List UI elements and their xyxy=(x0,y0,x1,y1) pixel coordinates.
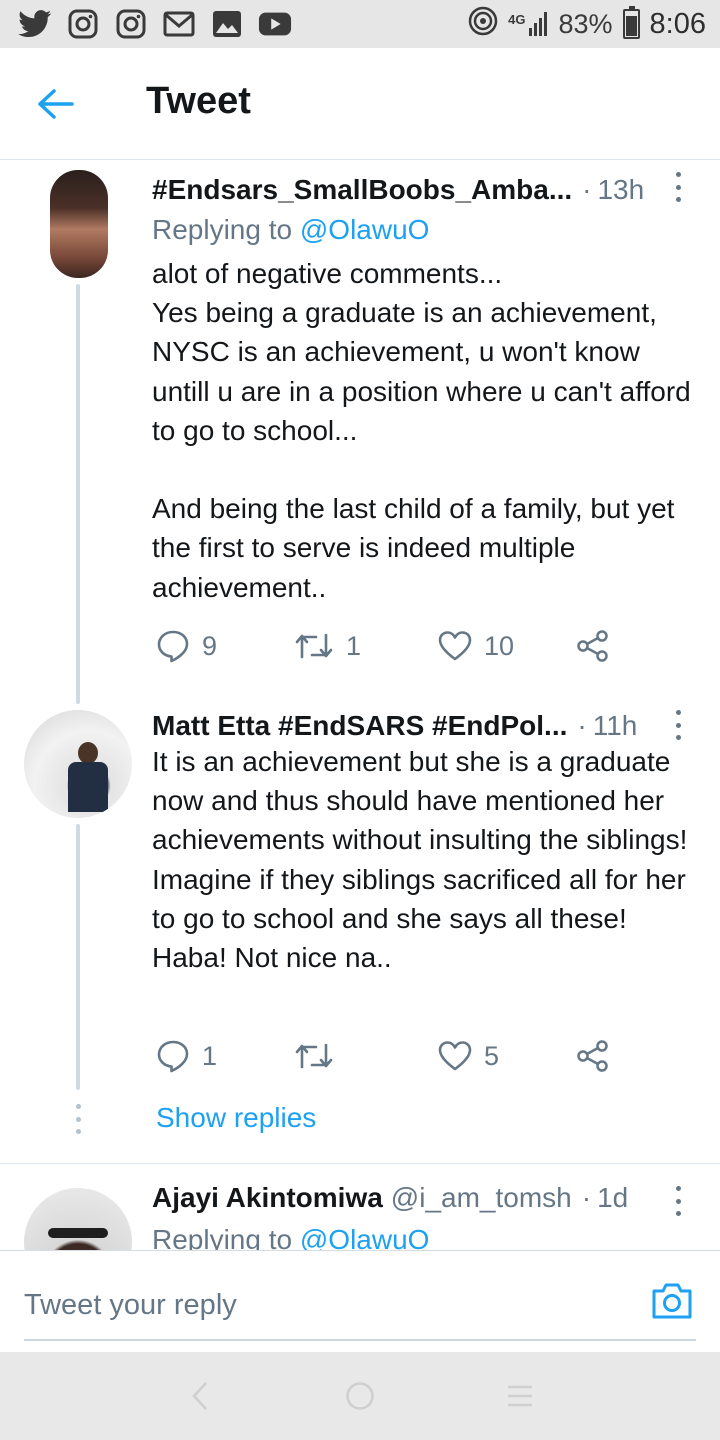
network-type: 4G xyxy=(508,12,526,27)
heart-icon xyxy=(438,1041,472,1071)
reply-composer xyxy=(0,1250,720,1352)
battery-icon xyxy=(622,6,640,39)
like-count: 5 xyxy=(484,1040,500,1071)
reply-icon xyxy=(157,1040,189,1073)
author-handle[interactable]: @i_am_tomsh xyxy=(391,1182,572,1214)
nav-back-icon[interactable] xyxy=(180,1378,220,1414)
reply-input[interactable] xyxy=(24,1285,624,1325)
signal-icon: 4G xyxy=(508,12,548,36)
timestamp: 13h xyxy=(597,174,645,205)
retweet-icon xyxy=(295,633,333,659)
author-name[interactable]: #Endsars_SmallBoobs_Amba... xyxy=(152,174,572,206)
arrow-left-icon xyxy=(38,89,74,119)
replying-to: Replying to @OlawuO xyxy=(152,214,429,246)
replying-to-label: Replying to xyxy=(152,1224,293,1250)
like-count: 10 xyxy=(484,630,515,661)
instagram-icon xyxy=(114,9,148,39)
mention-link[interactable]: @OlawuO xyxy=(300,1224,430,1250)
timestamp: 1d xyxy=(597,1182,629,1213)
show-replies-link[interactable]: Show replies xyxy=(156,1102,316,1134)
replying-to: Replying to @OlawuO xyxy=(152,1224,429,1250)
tweet-reply[interactable]: Ajayi Akintomiwa @i_am_tomsh · 1d Replyi… xyxy=(0,1164,720,1250)
tweet-text: It is an achievement but she is a gradua… xyxy=(152,746,696,974)
back-button[interactable] xyxy=(30,82,80,126)
timestamp: 11h xyxy=(592,710,638,741)
thread-line xyxy=(76,284,80,704)
like-button[interactable]: 5 xyxy=(438,1036,499,1076)
input-underline xyxy=(24,1339,696,1341)
twitter-icon xyxy=(18,9,52,39)
nav-home-icon[interactable] xyxy=(340,1378,380,1414)
share-icon xyxy=(577,1040,608,1072)
tweet-text: alot of negative comments... Yes being a… xyxy=(152,258,691,603)
reply-count: 1 xyxy=(202,1040,218,1071)
nav-recents-icon[interactable] xyxy=(500,1378,540,1414)
gallery-icon xyxy=(210,9,244,39)
page-title: Tweet xyxy=(146,80,251,122)
tweet-reply[interactable]: #Endsars_SmallBoobs_Amba... · 13h Replyi… xyxy=(0,160,720,704)
camera-icon xyxy=(652,1283,692,1319)
status-bar: 4G 83% 8:06 xyxy=(0,0,720,48)
replying-to-label: Replying to xyxy=(152,214,293,245)
reply-icon xyxy=(157,630,189,663)
retweet-icon xyxy=(295,1043,333,1069)
hotspot-icon xyxy=(468,6,498,43)
system-nav-bar xyxy=(0,1352,720,1440)
reply-button[interactable]: 9 xyxy=(156,626,217,666)
heart-icon xyxy=(438,631,472,661)
youtube-icon xyxy=(258,9,292,39)
retweet-count: 1 xyxy=(346,630,362,661)
author-name[interactable]: Ajayi Akintomiwa xyxy=(152,1182,383,1214)
avatar[interactable] xyxy=(24,710,132,818)
tweet-reply[interactable]: Matt Etta #EndSARS #EndPol... · 11h It i… xyxy=(0,700,720,1162)
reply-count: 9 xyxy=(202,630,218,661)
more-options-icon[interactable] xyxy=(668,710,688,740)
avatar[interactable] xyxy=(24,1188,132,1250)
thread-line xyxy=(76,824,80,1090)
camera-button[interactable] xyxy=(650,1281,694,1321)
reply-button[interactable]: 1 xyxy=(156,1036,217,1076)
retweet-button[interactable] xyxy=(294,1036,346,1076)
like-button[interactable]: 10 xyxy=(438,626,514,666)
instagram-icon xyxy=(66,9,100,39)
separator-dot: · xyxy=(582,174,592,205)
mention-link[interactable]: @OlawuO xyxy=(300,214,430,245)
more-replies-dots xyxy=(74,1104,82,1134)
more-options-icon[interactable] xyxy=(668,1186,688,1216)
top-app-bar: Tweet xyxy=(0,48,720,160)
retweet-button[interactable]: 1 xyxy=(294,626,361,666)
share-button[interactable] xyxy=(576,1036,610,1076)
author-name[interactable]: Matt Etta #EndSARS #EndPol... xyxy=(152,710,567,742)
separator-dot: · xyxy=(577,710,587,741)
action-bar: 9 1 10 xyxy=(152,626,632,666)
avatar[interactable] xyxy=(50,170,108,278)
share-button[interactable] xyxy=(576,626,610,666)
action-bar: 1 5 xyxy=(152,1036,632,1076)
share-icon xyxy=(577,630,608,662)
separator-dot: · xyxy=(581,1182,592,1213)
battery-percent: 83% xyxy=(558,8,613,39)
gmail-icon xyxy=(162,9,196,39)
clock: 8:06 xyxy=(649,7,706,40)
more-options-icon[interactable] xyxy=(668,172,688,202)
